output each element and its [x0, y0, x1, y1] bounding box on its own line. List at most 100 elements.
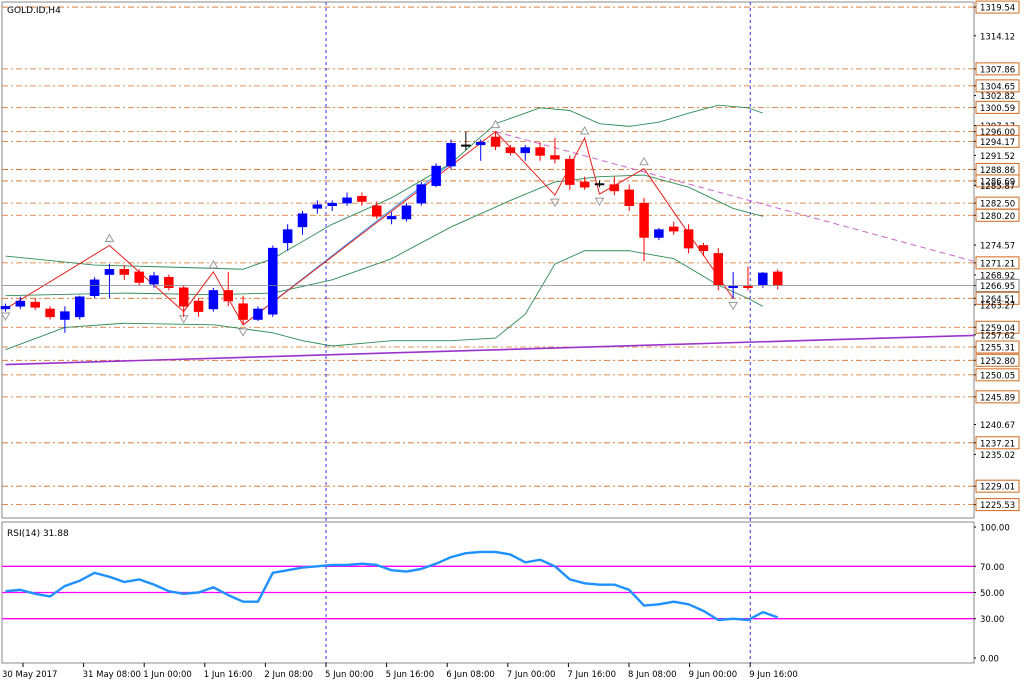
candle-body: [357, 195, 367, 202]
candle-body: [401, 205, 412, 220]
candle-body: [89, 279, 100, 296]
candle-body: [372, 205, 382, 217]
candle-body: [535, 147, 545, 156]
candle-body: [565, 158, 575, 185]
candle-body: [654, 229, 664, 238]
price-axis-label: 1257.62: [980, 331, 1015, 341]
price-axis-label: 1280.20: [980, 212, 1015, 222]
candle-body: [594, 183, 605, 186]
candle-body: [164, 276, 174, 289]
rsi-axis-label: 100.00: [980, 524, 1010, 534]
chart-canvas: 1319.54 1314.12 1307.86 1304.651302.82 1300.…: [0, 0, 1024, 683]
candle-body: [579, 181, 590, 188]
rsi-axis-label: 50.00: [980, 589, 1004, 599]
price-axis-label: 1240.67: [980, 421, 1015, 431]
candle-body: [743, 285, 753, 289]
price-axis-label: 1319.54: [980, 4, 1015, 14]
time-axis-label: 9 Jun 00:00: [689, 670, 738, 680]
chart-window: 1319.54 1314.12 1307.86 1304.65 1302.82 1300.…: [0, 0, 1024, 683]
price-axis-label: 1250.05: [980, 371, 1015, 381]
time-axis-label: 6 Jun 08:00: [446, 670, 495, 680]
candle-body: [193, 300, 204, 312]
price-axis-label: 1255.31: [980, 344, 1015, 354]
price-axis-label: 1282.50: [980, 200, 1015, 210]
price-axis-label: 1252.80: [980, 357, 1015, 367]
time-axis-label: 8 Jun 08:00: [628, 670, 677, 680]
rsi-axis-label: 30.00: [980, 615, 1004, 625]
price-axis-label: 1304.65: [980, 82, 1015, 92]
price-axis-label: 1307.86: [980, 65, 1015, 75]
chart-background: [0, 0, 1024, 683]
time-axis-label: 5 Jun 16:00: [386, 670, 435, 680]
price-axis-label: 1294.17: [980, 138, 1015, 148]
candle-body: [431, 165, 441, 186]
time-axis-label: 31 May 08:00: [83, 670, 141, 680]
price-axis-label: 1225.53: [980, 501, 1015, 511]
candle-body: [713, 253, 724, 286]
rsi-axis-label: 70.00: [980, 563, 1004, 573]
price-axis-label: 1285.87: [980, 182, 1015, 192]
candle-body: [104, 269, 115, 275]
candle-body: [772, 271, 783, 286]
candle-body: [683, 229, 694, 249]
candle-body: [30, 301, 40, 308]
price-axis-label: 1300.59: [980, 104, 1015, 114]
candle-body: [461, 144, 471, 147]
candle-body: [520, 147, 530, 154]
price-axis-label: 1302.82: [980, 92, 1015, 102]
candle-body: [149, 275, 159, 285]
candle-body: [178, 287, 189, 307]
candle-body: [490, 136, 501, 147]
candle-body: [639, 202, 649, 238]
candle-body: [669, 226, 679, 232]
candle-body: [312, 204, 323, 209]
candle-body: [609, 184, 620, 192]
candle-body: [75, 296, 85, 318]
candle-body: [624, 189, 634, 207]
candle-body: [416, 184, 427, 204]
candle-body: [475, 141, 486, 146]
candle-body: [282, 229, 293, 244]
price-axis-label: 1274.57: [980, 242, 1015, 252]
candle-body: [45, 308, 55, 318]
candle-body: [223, 290, 233, 302]
time-axis-label: 2 Jun 08:00: [264, 670, 313, 680]
candle-body: [0, 306, 11, 310]
candle-body: [386, 216, 397, 220]
candle-body: [327, 202, 337, 207]
price-axis-label: 1314.12: [980, 32, 1015, 42]
time-axis-label: 1 Jun 00:00: [143, 670, 192, 680]
candle-body: [119, 269, 130, 275]
candle-body: [758, 272, 768, 286]
candle-body: [15, 300, 26, 307]
candle-body: [134, 271, 144, 283]
candle-body: [297, 213, 308, 228]
candle-body: [342, 197, 352, 204]
time-axis-label: 9 Jun 16:00: [749, 670, 798, 680]
time-axis-label: 5 Jun 00:00: [325, 670, 374, 680]
price-axis-label: 1271.21: [980, 259, 1015, 269]
candle-body: [238, 303, 248, 320]
time-axis-label: 7 Jun 16:00: [567, 670, 616, 680]
candle-body: [60, 311, 70, 320]
rsi-title: RSI(14) 31.88: [7, 529, 69, 539]
time-axis-label: 1 Jun 16:00: [204, 670, 253, 680]
price-axis-label: 1237.21: [980, 439, 1015, 449]
candle-body: [505, 147, 516, 154]
candle-body: [728, 285, 738, 289]
candle-body: [268, 247, 278, 315]
price-axis-label: 1235.02: [980, 451, 1015, 461]
price-axis-label: 1291.52: [980, 152, 1015, 162]
chart-symbol-title: GOLD.ID,H4: [7, 6, 61, 16]
price-axis-label: 1245.89: [980, 393, 1015, 403]
candle-body: [208, 290, 219, 310]
time-axis-label: 30 May 2017: [2, 670, 57, 680]
price-axis-label: 1229.01: [980, 483, 1015, 493]
price-axis-label: 1266.95: [980, 282, 1015, 292]
candle-body: [446, 143, 456, 167]
price-axis-label: 1263.27: [980, 301, 1015, 311]
time-axis-label: 7 Jun 00:00: [507, 670, 556, 680]
candle-body: [698, 245, 709, 251]
candle-body: [253, 308, 263, 320]
candle-body: [550, 155, 560, 160]
